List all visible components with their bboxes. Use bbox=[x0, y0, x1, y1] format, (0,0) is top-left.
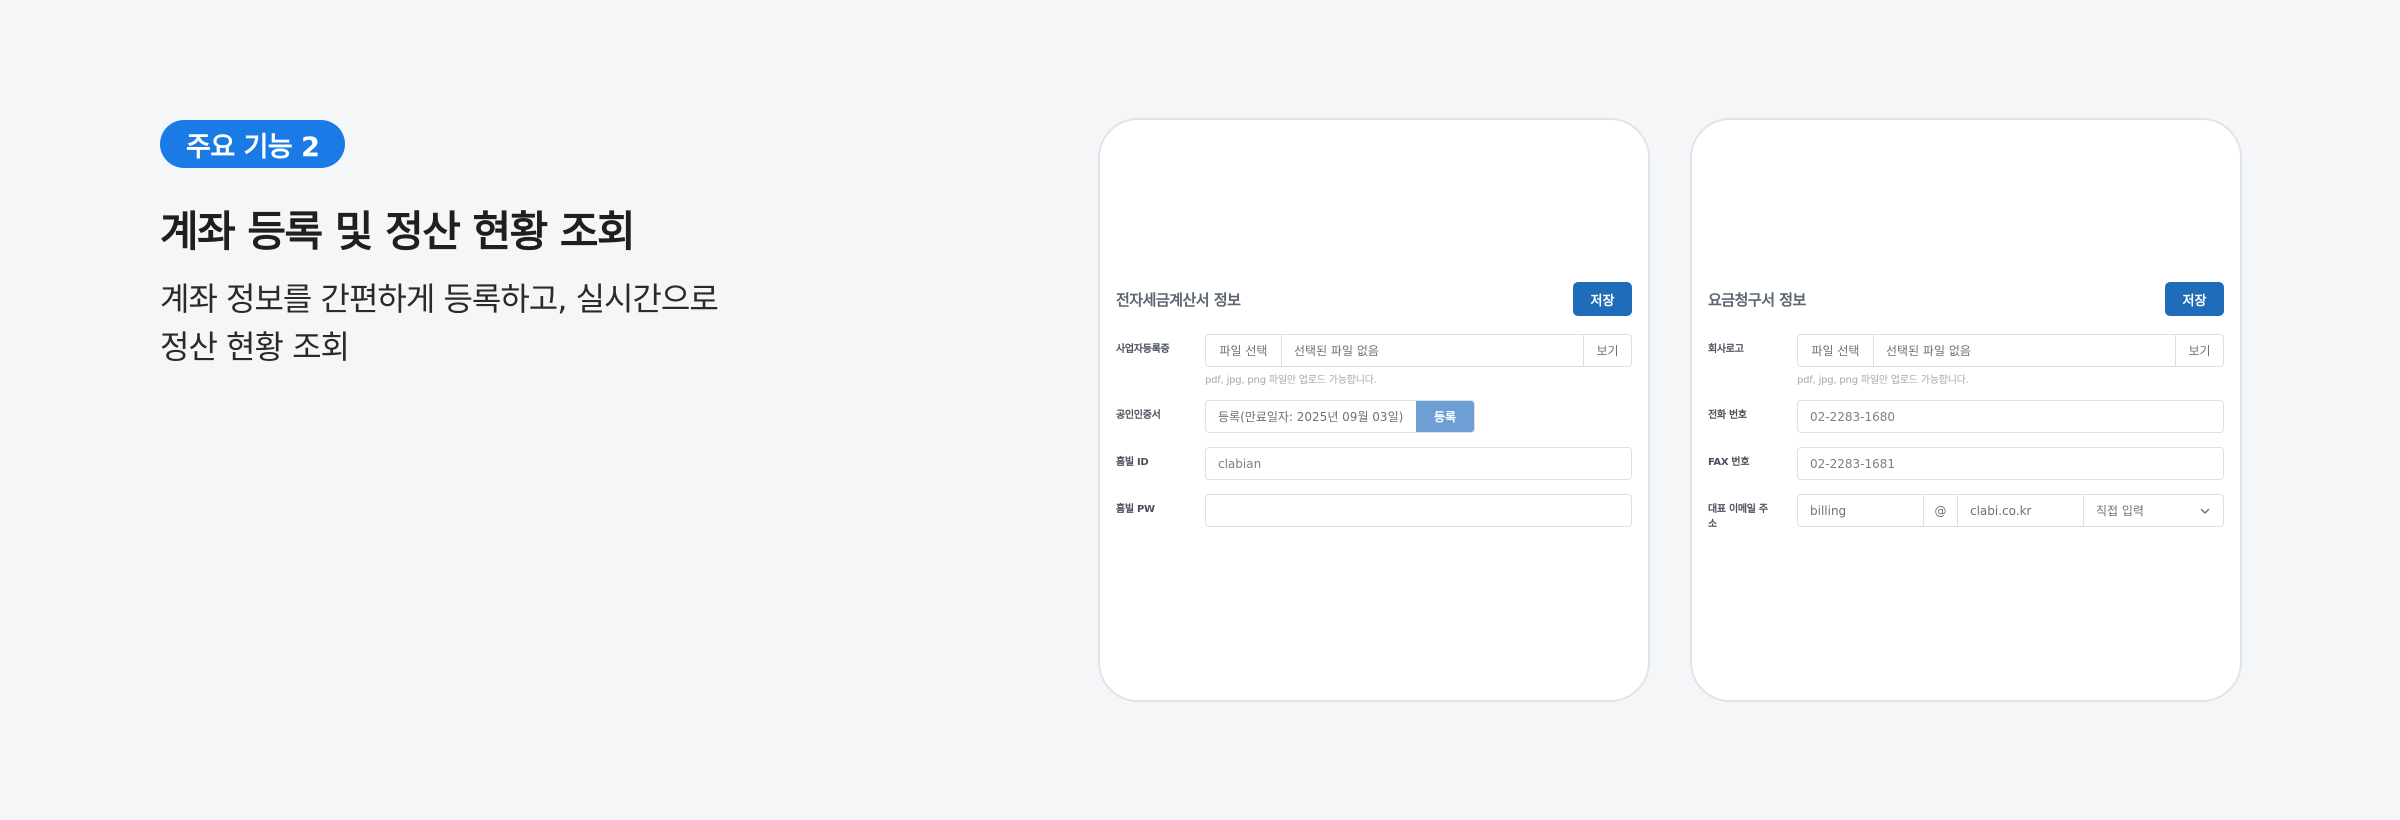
email-domain-input[interactable]: clabi.co.kr bbox=[1958, 495, 2084, 526]
phone-value: 02-2283-1680 bbox=[1810, 409, 1896, 424]
certificate-value: 등록(만료일자: 2025년 09월 03일) bbox=[1218, 410, 1404, 424]
billing-header: 요금청구서 정보 저장 bbox=[1708, 282, 2224, 316]
email-local-input[interactable]: billing bbox=[1798, 495, 1924, 526]
fax-label: FAX 번호 bbox=[1708, 457, 1750, 468]
email-label: 대표 이메일 주 소 bbox=[1708, 494, 1797, 532]
certificate-field: 등록(만료일자: 2025년 09월 03일) 등록 bbox=[1205, 400, 1632, 433]
certificate-input: 등록(만료일자: 2025년 09월 03일) 등록 bbox=[1205, 400, 1475, 433]
email-at-sign: @ bbox=[1924, 495, 1958, 526]
business-reg-file-name: 선택된 파일 없음 bbox=[1294, 344, 1379, 358]
certificate-row: 공인인증서 등록(만료일자: 2025년 09월 03일) 등록 bbox=[1116, 400, 1632, 433]
fax-value: 02-2283-1681 bbox=[1810, 456, 1896, 471]
email-domain-select[interactable]: 직접 입력 bbox=[2084, 495, 2223, 526]
business-reg-row: 사업자등록증 파일 선택 선택된 파일 없음 보기 pdf, jpg, png … bbox=[1116, 334, 1632, 386]
certificate-register-button[interactable]: 등록 bbox=[1416, 401, 1474, 432]
business-reg-view-button[interactable]: 보기 bbox=[1583, 335, 1631, 366]
tax-invoice-header: 전자세금계산서 정보 저장 bbox=[1116, 282, 1632, 316]
fax-row: FAX 번호 02-2283-1681 bbox=[1708, 447, 2224, 480]
certificate-label: 공인인증서 bbox=[1116, 410, 1161, 421]
billing-form: 요금청구서 정보 저장 회사로고 파일 선택 선택된 파일 없음 보기 pdf,… bbox=[1708, 282, 2224, 546]
email-label-line-1: 대표 이메일 주 bbox=[1708, 504, 1768, 515]
description-line-2: 정산 현황 조회 bbox=[160, 328, 350, 366]
hometax-id-input[interactable]: clabian bbox=[1205, 447, 1632, 480]
page-title: 계좌 등록 및 정산 현황 조회 bbox=[160, 207, 636, 256]
tax-invoice-title: 전자세금계산서 정보 bbox=[1116, 290, 1241, 309]
email-label-line-2: 소 bbox=[1708, 519, 1717, 530]
hometax-id-value: clabian bbox=[1218, 456, 1262, 471]
hometax-pw-label: 홈빌 PW bbox=[1116, 504, 1155, 515]
tax-invoice-save-button[interactable]: 저장 bbox=[1573, 282, 1632, 316]
hometax-id-row: 홈빌 ID clabian bbox=[1116, 447, 1632, 480]
billing-title: 요금청구서 정보 bbox=[1708, 290, 1806, 309]
company-logo-hint: pdf, jpg, png 파일만 업로드 가능합니다. bbox=[1797, 375, 1969, 386]
phone-input[interactable]: 02-2283-1680 bbox=[1797, 400, 2224, 433]
company-logo-file-input: 파일 선택 선택된 파일 없음 보기 bbox=[1797, 334, 2224, 367]
tax-invoice-card: 전자세금계산서 정보 저장 사업자등록증 파일 선택 선택된 파일 없음 보기 … bbox=[1098, 118, 1650, 702]
business-reg-file-input: 파일 선택 선택된 파일 없음 보기 bbox=[1205, 334, 1632, 367]
company-logo-file-name: 선택된 파일 없음 bbox=[1886, 344, 1971, 358]
phone-field: 02-2283-1680 bbox=[1797, 400, 2224, 433]
business-reg-hint: pdf, jpg, png 파일만 업로드 가능합니다. bbox=[1205, 375, 1377, 386]
business-reg-choose-button[interactable]: 파일 선택 bbox=[1206, 335, 1282, 366]
company-logo-view-button[interactable]: 보기 bbox=[2175, 335, 2223, 366]
company-logo-label: 회사로고 bbox=[1708, 344, 1744, 355]
billing-save-button[interactable]: 저장 bbox=[2165, 282, 2224, 316]
hometax-pw-row: 홈빌 PW bbox=[1116, 494, 1632, 527]
email-row: 대표 이메일 주 소 billing @ clabi.co.kr 직접 입력 bbox=[1708, 494, 2224, 532]
billing-card: 요금청구서 정보 저장 회사로고 파일 선택 선택된 파일 없음 보기 pdf,… bbox=[1690, 118, 2242, 702]
page-description: 계좌 정보를 간편하게 등록하고, 실시간으로 정산 현황 조회 bbox=[160, 275, 780, 371]
email-field: billing @ clabi.co.kr 직접 입력 bbox=[1797, 494, 2224, 527]
business-reg-field: 파일 선택 선택된 파일 없음 보기 pdf, jpg, png 파일만 업로드… bbox=[1205, 334, 1632, 386]
phone-label: 전화 번호 bbox=[1708, 410, 1747, 421]
hometax-pw-field bbox=[1205, 494, 1632, 527]
tax-invoice-form: 전자세금계산서 정보 저장 사업자등록증 파일 선택 선택된 파일 없음 보기 … bbox=[1116, 282, 1632, 541]
fax-field: 02-2283-1681 bbox=[1797, 447, 2224, 480]
phone-row: 전화 번호 02-2283-1680 bbox=[1708, 400, 2224, 433]
hometax-id-label: 홈빌 ID bbox=[1116, 457, 1149, 468]
description-line-1: 계좌 정보를 간편하게 등록하고, 실시간으로 bbox=[160, 280, 719, 318]
company-logo-row: 회사로고 파일 선택 선택된 파일 없음 보기 pdf, jpg, png 파일… bbox=[1708, 334, 2224, 386]
hometax-pw-input[interactable] bbox=[1205, 494, 1632, 527]
company-logo-field: 파일 선택 선택된 파일 없음 보기 pdf, jpg, png 파일만 업로드… bbox=[1797, 334, 2224, 386]
company-logo-choose-button[interactable]: 파일 선택 bbox=[1798, 335, 1874, 366]
hometax-id-field: clabian bbox=[1205, 447, 1632, 480]
feature-badge: 주요 기능 2 bbox=[160, 120, 346, 168]
chevron-down-icon bbox=[2200, 508, 2210, 514]
email-domain-select-value: 직접 입력 bbox=[2096, 504, 2144, 518]
business-reg-label: 사업자등록증 bbox=[1116, 344, 1170, 355]
email-input-group: billing @ clabi.co.kr 직접 입력 bbox=[1797, 494, 2224, 527]
fax-input[interactable]: 02-2283-1681 bbox=[1797, 447, 2224, 480]
